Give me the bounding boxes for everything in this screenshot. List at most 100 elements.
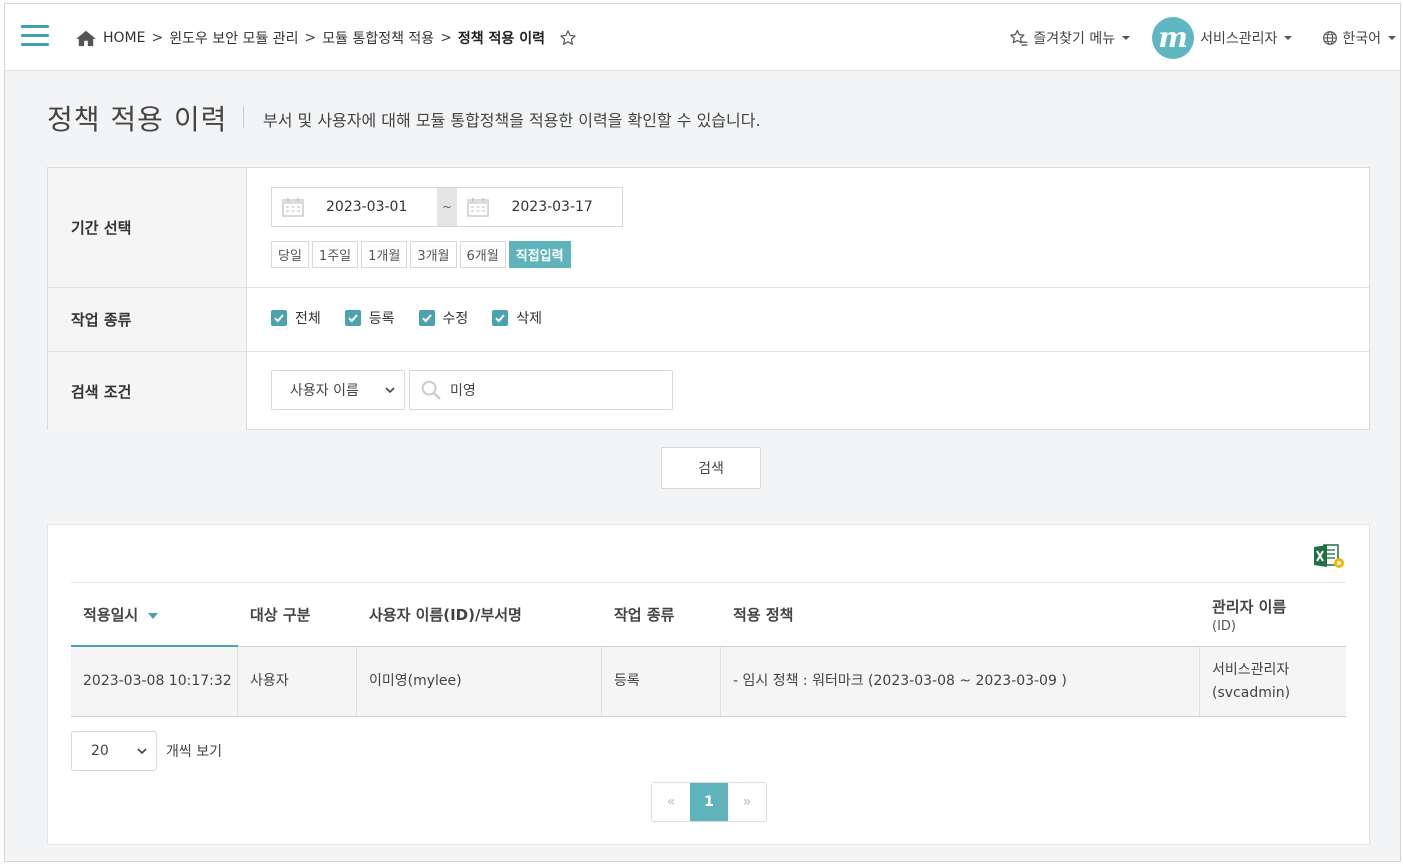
globe-icon [1323, 30, 1338, 45]
end-date-value: 2023-03-17 [511, 199, 593, 215]
preset-today-button[interactable]: 당일 [271, 241, 309, 268]
period-row: 기간 선택 2023-03-01 ~ 2023-03-17 당일 1주일 1개월… [48, 168, 1369, 288]
language-menu[interactable]: 한국어 [1322, 28, 1396, 48]
column-label: 대상 구분 [250, 606, 311, 624]
checkbox-checked-icon [271, 310, 287, 326]
cell-admin-name: 서비스관리자 [1212, 661, 1290, 678]
star-icon[interactable] [559, 29, 577, 47]
checkbox-delete[interactable]: 삭제 [492, 308, 542, 328]
preset-custom-button[interactable]: 직접입력 [508, 241, 571, 268]
page-size-select[interactable]: 20 [71, 731, 157, 771]
top-bar: HOME > 윈도우 보안 모듈 관리 > 모듈 통합정책 적용 > 정책 적용… [5, 4, 1400, 71]
page-size-label: 개씩 보기 [166, 744, 222, 760]
condition-row: 검색 조건 사용자 이름 미영 [48, 352, 1369, 430]
column-policy[interactable]: 적용 정책 [721, 583, 1200, 646]
cell-worktype: 등록 [602, 647, 721, 716]
condition-select[interactable]: 사용자 이름 [271, 370, 405, 410]
period-presets: 당일 1주일 1개월 3개월 6개월 직접입력 [271, 241, 574, 268]
start-date-input[interactable]: 2023-03-01 [272, 188, 437, 226]
checkbox-register[interactable]: 등록 [344, 308, 395, 328]
caret-down-icon [1388, 35, 1396, 40]
page-size-value: 20 [91, 743, 109, 759]
page-title: 정책 적용 이력 [47, 103, 228, 136]
caret-down-icon [1122, 35, 1131, 40]
worktype-row: 작업 종류 전체 등록 수정 삭제 [48, 288, 1369, 352]
caret-down-icon [1284, 35, 1293, 40]
column-admin[interactable]: 관리자 이름 (ID) [1200, 583, 1346, 646]
pagination: « 1 » [651, 782, 767, 822]
column-label: 관리자 이름 [1212, 597, 1287, 616]
prev-page-button[interactable]: « [652, 783, 690, 821]
title-divider [243, 106, 244, 128]
search-icon [421, 380, 441, 400]
breadcrumb-sep: > [151, 30, 164, 46]
breadcrumb-sep: > [440, 30, 452, 46]
column-worktype[interactable]: 작업 종류 [602, 583, 721, 646]
worktype-label: 작업 종류 [48, 288, 247, 351]
start-date-value: 2023-03-01 [326, 199, 408, 215]
user-label: 서비스관리자 [1200, 30, 1278, 47]
date-range-separator: ~ [436, 188, 458, 226]
cell-date: 2023-03-08 10:17:32 [71, 647, 238, 716]
home-icon[interactable] [75, 29, 97, 47]
breadcrumb: HOME > 윈도우 보안 모듈 관리 > 모듈 통합정책 적용 > 정책 적용… [75, 28, 577, 48]
search-button[interactable]: 검색 [661, 447, 761, 489]
cell-admin: 서비스관리자 (svcadmin) [1200, 647, 1346, 716]
checkbox-label: 삭제 [516, 311, 543, 327]
breadcrumb-home[interactable]: HOME [103, 30, 145, 46]
worktype-checkboxes: 전체 등록 수정 삭제 [271, 308, 566, 328]
table-body: 2023-03-08 10:17:32 사용자 이미영(mylee) 등록 - … [71, 647, 1346, 717]
checkbox-modify[interactable]: 수정 [418, 308, 469, 328]
star-list-icon [1010, 29, 1028, 46]
checkbox-checked-icon [344, 310, 361, 326]
date-range: 2023-03-01 ~ 2023-03-17 [271, 187, 623, 227]
calendar-icon [282, 198, 304, 217]
column-label: 작업 종류 [614, 606, 675, 624]
period-label: 기간 선택 [48, 168, 247, 287]
search-input-value: 미영 [450, 383, 476, 399]
column-label: 적용 정책 [733, 606, 794, 624]
column-label: 적용일시 [83, 605, 139, 624]
breadcrumb-item-integrated-policy[interactable]: 모듈 통합정책 적용 [322, 28, 434, 48]
favorites-label: 즐겨찾기 메뉴 [1033, 30, 1116, 47]
checkbox-checked-icon [492, 310, 509, 326]
next-page-button[interactable]: » [728, 783, 766, 821]
condition-label: 검색 조건 [48, 352, 247, 430]
column-user[interactable]: 사용자 이름(ID)/부서명 [357, 583, 602, 646]
search-panel: 기간 선택 2023-03-01 ~ 2023-03-17 당일 1주일 1개월… [47, 167, 1370, 430]
column-sublabel: (ID) [1212, 618, 1236, 634]
preset-1week-button[interactable]: 1주일 [311, 241, 359, 268]
menu-icon[interactable] [21, 25, 49, 47]
excel-download-icon[interactable] [1313, 542, 1345, 570]
breadcrumb-current: 정책 적용 이력 [457, 31, 545, 47]
chevron-down-icon [385, 387, 395, 394]
breadcrumb-item-windows-module[interactable]: 윈도우 보안 모듈 관리 [169, 28, 298, 48]
breadcrumb-sep: > [304, 30, 317, 46]
checkbox-checked-icon [418, 310, 435, 326]
checkbox-label: 등록 [368, 311, 395, 327]
cell-admin-id: (svcadmin) [1212, 684, 1291, 701]
cell-target: 사용자 [238, 647, 357, 716]
language-label: 한국어 [1342, 30, 1381, 47]
page-description: 부서 및 사용자에 대해 모듈 통합정책을 적용한 이력을 확인할 수 있습니다… [263, 111, 761, 130]
app-frame: HOME > 윈도우 보안 모듈 관리 > 모듈 통합정책 적용 > 정책 적용… [4, 3, 1401, 862]
history-table: 적용일시 대상 구분 사용자 이름(ID)/부서명 작업 종류 적용 정책 관리… [71, 582, 1346, 717]
user-menu[interactable]: m 서비스관리자 [1152, 16, 1293, 59]
column-date[interactable]: 적용일시 [71, 583, 238, 647]
column-target[interactable]: 대상 구분 [238, 583, 357, 646]
calendar-icon [467, 198, 490, 217]
column-label: 사용자 이름(ID)/부서명 [369, 606, 522, 624]
checkbox-label: 전체 [295, 311, 321, 327]
top-right-menu: 즐겨찾기 메뉴 m 서비스관리자 한국어 [1009, 4, 1400, 71]
preset-6month-button[interactable]: 6개월 [459, 241, 506, 268]
preset-3month-button[interactable]: 3개월 [410, 241, 457, 268]
favorites-menu[interactable]: 즐겨찾기 메뉴 [1009, 28, 1131, 48]
checkbox-all[interactable]: 전체 [271, 308, 321, 328]
checkbox-label: 수정 [442, 311, 469, 327]
end-date-input[interactable]: 2023-03-17 [457, 188, 622, 226]
table-row[interactable]: 2023-03-08 10:17:32 사용자 이미영(mylee) 등록 - … [71, 647, 1346, 717]
cell-policy: - 임시 정책 : 워터마크 (2023-03-08 ~ 2023-03-09 … [721, 647, 1200, 716]
preset-1month-button[interactable]: 1개월 [361, 241, 408, 268]
search-input[interactable]: 미영 [409, 370, 673, 410]
page-1-button[interactable]: 1 [690, 783, 728, 821]
